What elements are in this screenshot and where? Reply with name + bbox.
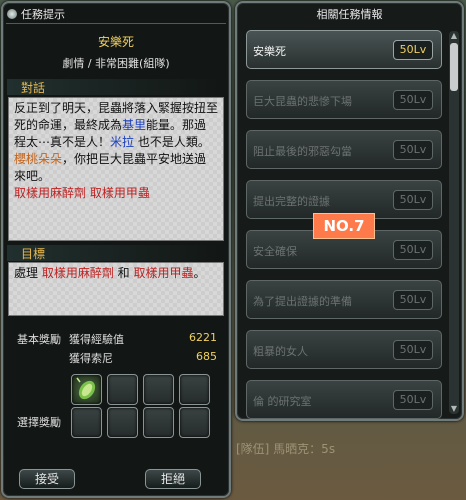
- related-quest-label: 倫 的研究室: [253, 395, 312, 408]
- background-chat-hint: [隊伍] 馬晒克：5s: [236, 442, 336, 456]
- related-quest-label: 巨大昆蟲的悲慘下場: [253, 95, 352, 108]
- related-quest-item[interactable]: 巨大昆蟲的悲慘下場 50Lv: [246, 80, 442, 119]
- dialogue-highlight-player: 櫻桃朵朵: [14, 152, 63, 166]
- dialogue-text-3: 也不是人類。: [134, 135, 210, 149]
- exp-label: 獲得經驗值: [69, 333, 124, 346]
- scroll-down-icon[interactable]: ▼: [449, 404, 459, 414]
- goal-suffix: 。: [193, 266, 206, 280]
- goal-item-2: 取樣用甲蟲: [133, 266, 194, 280]
- gold-label: 獲得索尼: [69, 352, 113, 365]
- quest-type: 劇情 / 非常困難(組隊): [62, 57, 170, 70]
- related-quest-label: 為了提出證據的準備: [253, 295, 352, 308]
- dialogue-highlight-npc: 基里: [122, 118, 147, 132]
- scroll-thumb[interactable]: [450, 43, 458, 91]
- gold-value: 685: [196, 350, 217, 363]
- related-window-title: 相關任務情報: [316, 8, 383, 21]
- reward-slot-item[interactable]: [71, 374, 102, 405]
- accept-button[interactable]: 接受: [19, 469, 75, 489]
- related-quest-item[interactable]: 為了提出證據的準備 50Lv: [246, 280, 442, 319]
- exp-reward-row: 獲得經驗值 6221: [69, 331, 217, 347]
- gold-reward-row: 獲得索尼 685: [69, 350, 217, 366]
- reject-button[interactable]: 拒絕: [145, 469, 201, 489]
- related-quest-level: 50Lv: [393, 290, 433, 310]
- related-quest-level: 50Lv: [393, 340, 433, 360]
- related-quest-item[interactable]: 粗暴的女人 50Lv: [246, 330, 442, 369]
- dialogue-highlight-npc-2: 米拉: [110, 135, 135, 149]
- goal-mid: 和: [113, 266, 134, 280]
- bug-item-icon: [76, 377, 96, 400]
- related-quests-window: 相關任務情報 安樂死 50Lv 巨大昆蟲的悲慘下場 50Lv 阻止最後的邪惡勾當…: [235, 1, 464, 421]
- title-divider: [6, 23, 226, 24]
- quest-name: 安樂死: [97, 35, 134, 49]
- goal-box: 處理 取樣用麻醉劑 和 取樣用甲蟲。: [8, 262, 224, 316]
- related-quest-label: 提出完整的證據: [253, 195, 330, 208]
- related-quest-level: 50Lv: [393, 240, 433, 260]
- dialogue-item-line: 取樣用麻醉劑 取樣用甲蟲: [14, 186, 150, 200]
- choice-slot-empty[interactable]: [107, 407, 138, 438]
- related-quest-level: 50Lv: [393, 190, 433, 210]
- choice-slot-empty[interactable]: [143, 407, 174, 438]
- goal-item-1: 取樣用麻醉劑: [41, 266, 114, 280]
- basic-reward-label: 基本獎勵: [17, 333, 61, 346]
- related-quest-label: 粗暴的女人: [253, 345, 308, 358]
- dialogue-box: 反正到了明天，昆蟲將落入緊握按扭至死的命運，最終成為基里能量。那過程太⋯真不是人…: [8, 97, 224, 241]
- related-quest-level: 50Lv: [393, 90, 433, 110]
- dialogue-header: 對話: [7, 79, 225, 95]
- quest-window-titlebar[interactable]: 任務提示: [7, 6, 65, 22]
- related-list-scrollbar[interactable]: ▲ ▼: [449, 31, 459, 414]
- related-quest-label: 安樂死: [253, 45, 286, 58]
- choice-slot-empty[interactable]: [179, 407, 210, 438]
- quest-info-window: 任務提示 安樂死 劇情 / 非常困難(組隊) 對話 反正到了明天，昆蟲將落入緊握…: [1, 1, 231, 498]
- goal-prefix: 處理: [14, 266, 42, 280]
- related-quest-level: 50Lv: [393, 390, 433, 410]
- related-quest-level: 50Lv: [393, 140, 433, 160]
- reward-slot-empty[interactable]: [107, 374, 138, 405]
- reward-slot-empty[interactable]: [143, 374, 174, 405]
- exp-value: 6221: [189, 331, 217, 344]
- reward-slot-empty[interactable]: [179, 374, 210, 405]
- related-quest-item[interactable]: 阻止最後的邪惡勾當 50Lv: [246, 130, 442, 169]
- related-quest-label: 安全確保: [253, 245, 297, 258]
- related-quest-label: 阻止最後的邪惡勾當: [253, 145, 352, 158]
- goal-header: 目標: [7, 245, 225, 261]
- related-quest-level: 50Lv: [393, 40, 433, 60]
- choice-slot-empty[interactable]: [71, 407, 102, 438]
- related-quest-item[interactable]: 倫 的研究室 50Lv: [246, 380, 442, 419]
- window-orb-icon: [7, 9, 17, 19]
- choice-reward-label: 選擇獎勵: [17, 416, 61, 429]
- overlay-number-badge: NO.7: [313, 213, 375, 239]
- quest-window-title: 任務提示: [21, 8, 65, 21]
- related-quest-item[interactable]: 安樂死 50Lv: [246, 30, 442, 69]
- scroll-up-icon[interactable]: ▲: [449, 31, 459, 41]
